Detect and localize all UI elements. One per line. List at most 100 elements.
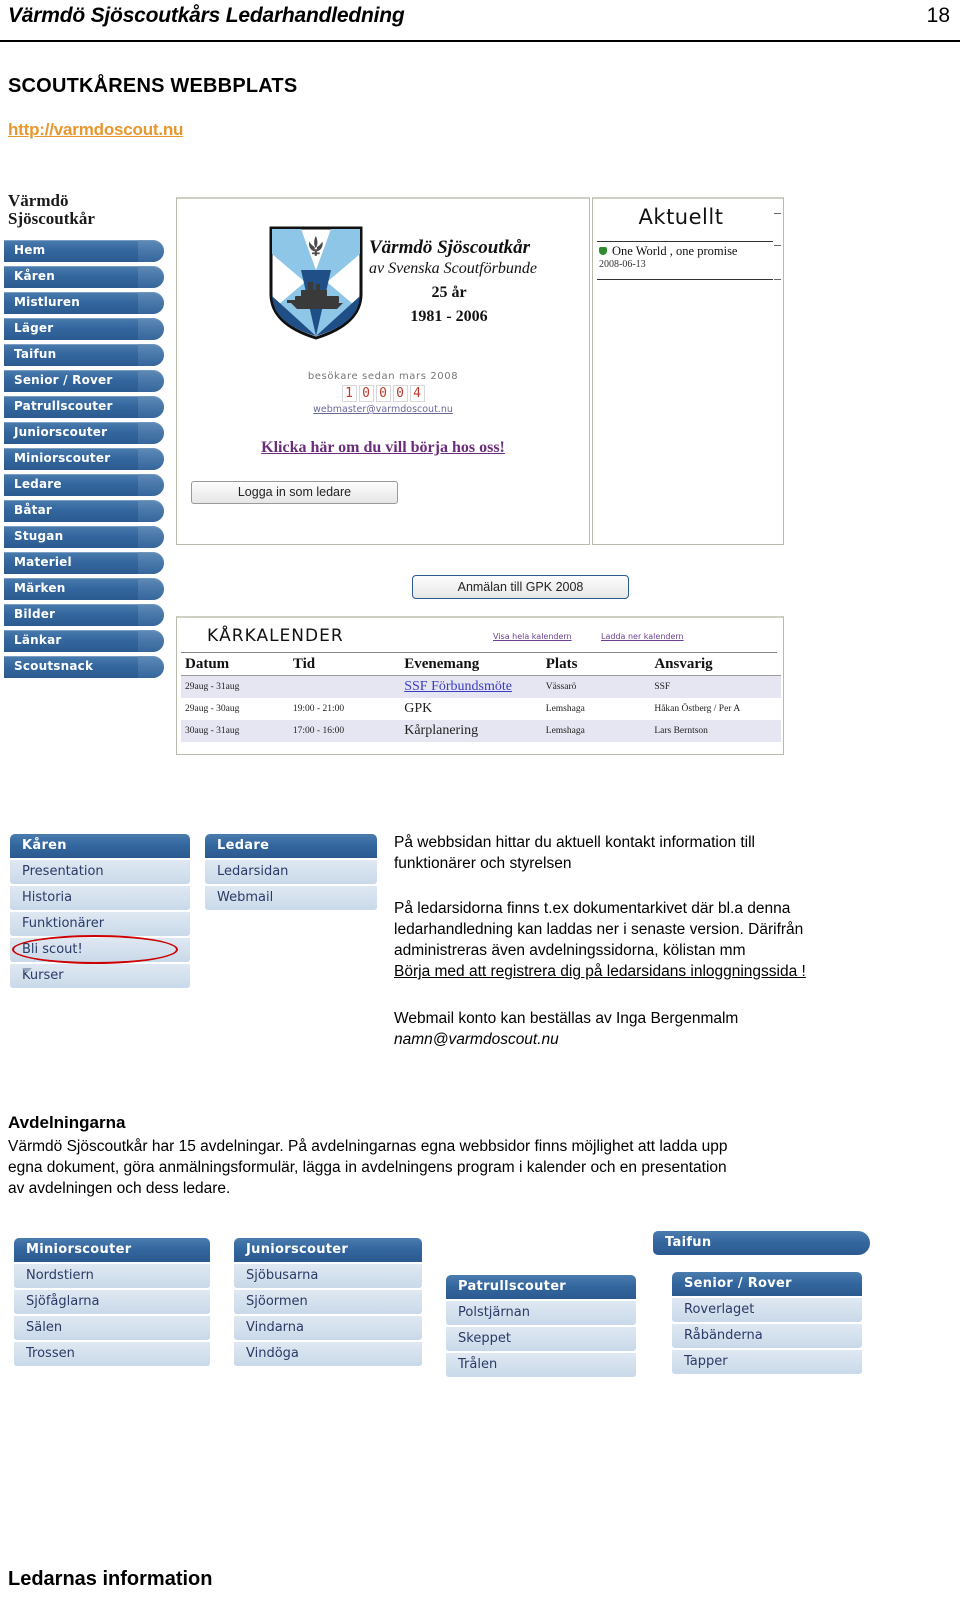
- menu-item-rabanderna[interactable]: Råbänderna: [672, 1324, 862, 1348]
- sidebar-item-karen[interactable]: Kåren: [4, 266, 164, 288]
- table-row[interactable]: 29aug - 31aug SSF Förbundsmöte Vässarö S…: [181, 675, 781, 698]
- table-row[interactable]: 30aug - 31aug 17:00 - 16:00 Kårplanering…: [181, 720, 781, 742]
- menu-item-label: Sjöormen: [246, 1294, 308, 1309]
- sidebar-item-stugan[interactable]: Stugan: [4, 526, 164, 548]
- sidebar-item-ledare[interactable]: Ledare: [4, 474, 164, 496]
- show-full-calendar-link[interactable]: Visa hela kalendern: [493, 632, 572, 641]
- menu-card-header[interactable]: Juniorscouter: [234, 1238, 422, 1262]
- page-title: SCOUTKÅRENS WEBBPLATS: [8, 75, 298, 97]
- sidebar-item-patrullscouter[interactable]: Patrullscouter: [4, 396, 164, 418]
- sidebar-item-bilder[interactable]: Bilder: [4, 604, 164, 626]
- sidebar-item-label: Kåren: [14, 269, 55, 283]
- menu-item-funktionarer[interactable]: Funktionärer: [10, 912, 190, 936]
- table-row[interactable]: 29aug - 30aug 19:00 - 21:00 GPK Lemshaga…: [181, 698, 781, 720]
- menu-item-label: Sjöfåglarna: [26, 1294, 100, 1309]
- sidebar-item-label: Bilder: [14, 607, 56, 621]
- menu-item-nordstiern[interactable]: Nordstiern: [14, 1264, 210, 1288]
- menu-item-label: Ledarsidan: [217, 864, 289, 879]
- menu-item-label: Skeppet: [458, 1331, 511, 1346]
- webmaster-email-link[interactable]: webmaster@varmdoscout.nu: [177, 404, 589, 415]
- menu-card-ledare: Ledare Ledarsidan Webmail: [205, 834, 377, 910]
- menu-item-kurser[interactable]: Kurser: [10, 964, 190, 988]
- menu-item-tapper[interactable]: Tapper: [672, 1350, 862, 1374]
- menu-card-karen: Kåren Presentation Historia Funktionärer…: [10, 834, 190, 988]
- counter-digit: 0: [392, 385, 408, 402]
- page-number: 18: [926, 4, 950, 27]
- calendar-title: KÅRKALENDER: [207, 626, 344, 646]
- site-logo-line2: Sjöscoutkår: [8, 209, 95, 228]
- menu-item-label: Historia: [22, 890, 73, 905]
- menu-item-label: Råbänderna: [684, 1328, 763, 1343]
- site-logo-line1: Värmdö: [8, 191, 69, 210]
- sidebar-item-label: Båtar: [14, 503, 52, 517]
- paragraph-webbsidan: På webbsidan hittar du aktuell kontakt i…: [394, 832, 954, 874]
- sidebar-item-senior-rover[interactable]: Senior / Rover: [4, 370, 164, 392]
- paragraph-line: av avdelningen och dess ledare.: [8, 1180, 231, 1197]
- scroll-tick: [774, 213, 781, 214]
- cell-datum: 29aug - 31aug: [181, 675, 289, 698]
- registration-link-text[interactable]: Börja med att registrera dig på ledarsid…: [394, 961, 954, 982]
- sidebar-item-mistluren[interactable]: Mistluren: [4, 292, 164, 314]
- menu-card-header[interactable]: Senior / Rover: [672, 1272, 862, 1296]
- avdelningarna-body: Värmdö Sjöscoutkår har 15 avdelningar. P…: [8, 1136, 953, 1199]
- cell-evenemang[interactable]: SSF Förbundsmöte: [400, 675, 542, 698]
- menu-card-header[interactable]: Miniorscouter: [14, 1238, 210, 1262]
- download-calendar-link[interactable]: Ladda ner kalendern: [601, 632, 684, 641]
- menu-card-header-label: Senior / Rover: [684, 1276, 792, 1291]
- menu-item-label: Webmail: [217, 890, 274, 905]
- menu-card-header-label: Kåren: [22, 838, 67, 853]
- sidebar-item-taifun[interactable]: Taifun: [4, 344, 164, 366]
- cell-plats: Vässarö: [541, 675, 651, 698]
- sidebar-item-juniorscouter[interactable]: Juniorscouter: [4, 422, 164, 444]
- sidebar-item-lager[interactable]: Läger: [4, 318, 164, 340]
- sidebar-item-scoutsnack[interactable]: Scoutsnack: [4, 656, 164, 678]
- menu-card-taifun: Taifun: [653, 1231, 870, 1255]
- menu-card-header[interactable]: Ledare: [205, 834, 377, 858]
- paragraph-line: På webbsidan hittar du aktuell kontakt i…: [394, 834, 756, 851]
- menu-item-skeppet[interactable]: Skeppet: [446, 1327, 636, 1351]
- sidebar-item-materiel[interactable]: Materiel: [4, 552, 164, 574]
- menu-card-juniorscouter: Juniorscouter Sjöbusarna Sjöormen Vindar…: [234, 1238, 422, 1366]
- sidebar-item-lankar[interactable]: Länkar: [4, 630, 164, 652]
- menu-item-tralen[interactable]: Trålen: [446, 1353, 636, 1377]
- event-link[interactable]: SSF Förbundsmöte: [404, 679, 512, 694]
- menu-item-vindarna[interactable]: Vindarna: [234, 1316, 422, 1340]
- menu-item-polstjarnan[interactable]: Polstjärnan: [446, 1301, 636, 1325]
- login-as-leader-button[interactable]: Logga in som ledare: [191, 481, 398, 504]
- ledarnas-information-heading: Ledarnas information: [8, 1568, 213, 1590]
- counter-digit: 0: [375, 385, 391, 402]
- menu-card-header[interactable]: Kåren: [10, 834, 190, 858]
- menu-card-header[interactable]: Taifun: [653, 1231, 870, 1255]
- banner-subtitle: av Svenska Scoutförbunde: [369, 260, 537, 277]
- menu-item-salen[interactable]: Sälen: [14, 1316, 210, 1340]
- paragraph-line: administreras även avdelningssidorna, kö…: [394, 942, 746, 959]
- scroll-tick: [774, 279, 781, 280]
- menu-item-webmail[interactable]: Webmail: [205, 886, 377, 910]
- menu-item-ledarsidan[interactable]: Ledarsidan: [205, 860, 377, 884]
- sidebar-item-miniorscouter[interactable]: Miniorscouter: [4, 448, 164, 470]
- menu-item-vindoga[interactable]: Vindöga: [234, 1342, 422, 1366]
- sidebar-item-label: Märken: [14, 581, 66, 595]
- menu-item-sjoormen[interactable]: Sjöormen: [234, 1290, 422, 1314]
- menu-item-sjofaglarna[interactable]: Sjöfåglarna: [14, 1290, 210, 1314]
- site-main-panel: Värmdö Sjöscoutkår av Svenska Scoutförbu…: [176, 197, 590, 545]
- join-us-link[interactable]: Klicka här om du vill börja hos oss!: [177, 439, 589, 457]
- menu-card-header[interactable]: Patrullscouter: [446, 1275, 636, 1299]
- email-pattern: namn@varmdoscout.nu: [394, 1031, 559, 1048]
- gpk-signup-button[interactable]: Anmälan till GPK 2008: [412, 575, 629, 599]
- menu-item-label: Roverlaget: [684, 1302, 755, 1317]
- website-url-link[interactable]: http://varmdoscout.nu: [8, 120, 183, 140]
- karkalender-panel: KÅRKALENDER Visa hela kalendern Ladda ne…: [176, 616, 784, 755]
- menu-item-presentation[interactable]: Presentation: [10, 860, 190, 884]
- menu-item-trossen[interactable]: Trossen: [14, 1342, 210, 1366]
- menu-item-historia[interactable]: Historia: [10, 886, 190, 910]
- cell-ansvarig: Håkan Östberg / Per A: [654, 704, 741, 714]
- sidebar-item-batar[interactable]: Båtar: [4, 500, 164, 522]
- sidebar-item-hem[interactable]: Hem: [4, 240, 164, 262]
- sidebar-item-marken[interactable]: Märken: [4, 578, 164, 600]
- menu-item-sjobusarna[interactable]: Sjöbusarna: [234, 1264, 422, 1288]
- counter-digit: 0: [358, 385, 374, 402]
- menu-item-bli-scout[interactable]: Bli scout!: [10, 938, 190, 962]
- menu-item-roverlaget[interactable]: Roverlaget: [672, 1298, 862, 1322]
- col-header-datum: Datum: [181, 654, 289, 676]
